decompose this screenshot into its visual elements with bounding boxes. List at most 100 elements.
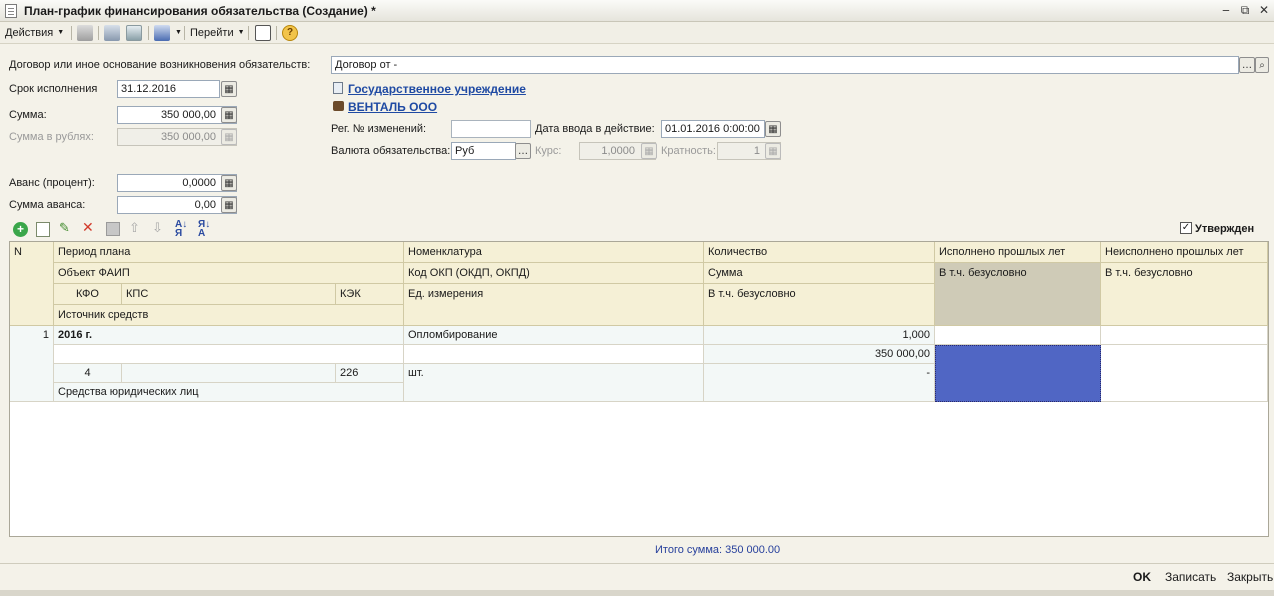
cell-done-uncond-selected[interactable] (935, 345, 1101, 402)
date-field[interactable]: 01.01.2016 0:00:00 (661, 120, 765, 138)
cell-kek[interactable]: 226 (336, 364, 404, 383)
calculator-icon[interactable]: ▦ (221, 107, 237, 123)
toolbar-separator (148, 26, 149, 40)
calendar-icon[interactable]: ▦ (765, 121, 781, 137)
cell-unit[interactable]: шт. (404, 364, 704, 402)
save-button[interactable]: Записать (1165, 570, 1216, 584)
cell-kps[interactable] (122, 364, 336, 383)
col-header-notdone-prev[interactable]: Неисполнено прошлых лет (1101, 242, 1268, 263)
goto-menu-button[interactable]: Перейти ▼ (190, 25, 245, 41)
calculator-icon: ▦ (641, 143, 657, 159)
delete-row-icon[interactable]: ✕ (82, 220, 96, 236)
toolbar-separator (71, 26, 72, 40)
close-icon[interactable]: ✕ (1256, 3, 1272, 19)
deadline-label: Срок исполнения (9, 83, 98, 95)
col-header-nomenclature[interactable]: Номенклатура (404, 242, 704, 263)
col-header-kps[interactable]: КПС (122, 284, 336, 305)
advance-sum-field[interactable]: 0,00 (117, 196, 237, 214)
cell-qty[interactable]: 1,000 (704, 326, 935, 345)
sum-label: Сумма: (9, 109, 47, 121)
move-down-icon[interactable]: ⇩ (152, 221, 163, 236)
toolbar-separator (248, 26, 249, 40)
report-icon[interactable] (255, 25, 271, 41)
calculator-icon[interactable]: ▦ (221, 175, 237, 191)
cell-kfo[interactable]: 4 (54, 364, 122, 383)
col-header-notdone-uncond[interactable]: В т.ч. безусловно (1101, 263, 1268, 326)
contractor-icon (333, 101, 344, 111)
cell-faip[interactable] (54, 345, 404, 364)
chevron-down-icon: ▼ (237, 29, 245, 37)
based-on-icon[interactable] (154, 25, 170, 41)
title-bar: План-график финансирования обязательства… (0, 0, 1274, 22)
select-button[interactable]: … (515, 143, 531, 159)
cell-source[interactable]: Средства юридических лиц (54, 383, 404, 402)
col-header-done-prev[interactable]: Исполнено прошлых лет (935, 242, 1101, 263)
col-header-period[interactable]: Период плана (54, 242, 404, 263)
organization-icon (333, 82, 343, 94)
cell-uncond[interactable]: - (704, 364, 935, 402)
sum-rub-field: 350 000,00 (117, 128, 237, 146)
minimize-icon[interactable]: ‒ (1218, 3, 1234, 19)
advance-pct-field[interactable]: 0,0000 (117, 174, 237, 192)
calculator-icon: ▦ (221, 129, 237, 145)
sort-asc-icon[interactable]: А↓ Я (175, 220, 187, 239)
reg-field[interactable] (451, 120, 531, 138)
contract-label: Договор или иное основание возникновения… (9, 59, 311, 71)
schedule-table[interactable]: N Период плана Объект ФАИП КФО КПС КЭК И… (9, 241, 1269, 537)
close-button[interactable]: Закрыть (1227, 570, 1273, 584)
cell-sum[interactable]: 350 000,00 (704, 345, 935, 364)
col-header-source[interactable]: Источник средств (54, 305, 404, 326)
calendar-icon[interactable]: ▦ (221, 81, 237, 97)
copy-row-icon[interactable] (36, 222, 50, 237)
cell-done-prev[interactable] (935, 326, 1101, 345)
based-on-dropdown[interactable]: ▼ (171, 25, 182, 41)
cell-period[interactable]: 2016 г. (54, 326, 404, 345)
toolbar: Действия ▼ ▼ Перейти ▼ ? (0, 22, 1274, 44)
col-header-kfo[interactable]: КФО (54, 284, 122, 305)
end-edit-icon[interactable] (106, 222, 120, 236)
document-icon[interactable] (104, 25, 120, 41)
col-header-faip[interactable]: Объект ФАИП (54, 263, 404, 284)
help-icon[interactable]: ? (282, 25, 298, 41)
sum-field[interactable]: 350 000,00 (117, 106, 237, 124)
post-icon[interactable] (77, 25, 93, 41)
col-header-okp[interactable]: Код ОКП (ОКДП, ОКПД) (404, 263, 704, 284)
taskbar-strip (0, 590, 1274, 596)
sort-desc-icon[interactable]: Я↓ А (198, 220, 210, 239)
currency-label: Валюта обязательства: (331, 145, 451, 157)
search-icon[interactable]: ⌕ (1255, 57, 1269, 73)
col-header-n[interactable]: N (10, 242, 54, 326)
chevron-down-icon: ▼ (57, 29, 65, 37)
currency-field[interactable]: Руб (451, 142, 516, 160)
contractor-link[interactable]: ВЕНТАЛЬ ООО (348, 100, 437, 114)
move-up-icon[interactable]: ⇧ (129, 221, 140, 236)
reg-label: Рег. № изменений: (331, 123, 427, 135)
calculator-icon[interactable]: ▦ (221, 197, 237, 213)
select-button[interactable]: … (1239, 57, 1255, 73)
date-label: Дата ввода в действие: (535, 123, 655, 135)
cell-n[interactable]: 1 (10, 326, 54, 402)
col-header-uncond[interactable]: В т.ч. безусловно (704, 284, 935, 326)
cell-nomenclature[interactable]: Опломбирование (404, 326, 704, 345)
actions-menu-label: Действия (5, 27, 54, 39)
sum-rub-label: Сумма в рублях: (9, 131, 94, 143)
actions-menu-button[interactable]: Действия ▼ (5, 25, 64, 41)
col-header-qty[interactable]: Количество (704, 242, 935, 263)
restore-icon[interactable]: ⧉ (1237, 3, 1253, 19)
col-header-sum[interactable]: Сумма (704, 263, 935, 284)
copy-icon[interactable] (126, 25, 142, 41)
organization-link[interactable]: Государственное учреждение (348, 82, 526, 96)
cell-okp[interactable] (404, 345, 704, 364)
deadline-field[interactable]: 31.12.2016 (117, 80, 220, 98)
add-row-icon[interactable]: + (13, 222, 28, 237)
contract-field[interactable]: Договор от - (331, 56, 1239, 74)
advance-sum-label: Сумма аванса: (9, 199, 86, 211)
cell-notdone-prev[interactable] (1101, 326, 1268, 345)
cell-notdone-uncond[interactable] (1101, 345, 1268, 402)
col-header-unit[interactable]: Ед. измерения (404, 284, 704, 326)
col-header-done-uncond[interactable]: В т.ч. безусловно (935, 263, 1101, 326)
ok-button[interactable]: OK (1133, 570, 1151, 584)
edit-row-icon[interactable]: ✎ (59, 221, 73, 236)
col-header-kek[interactable]: КЭК (336, 284, 404, 305)
approved-checkbox[interactable]: ✓ (1180, 222, 1192, 234)
